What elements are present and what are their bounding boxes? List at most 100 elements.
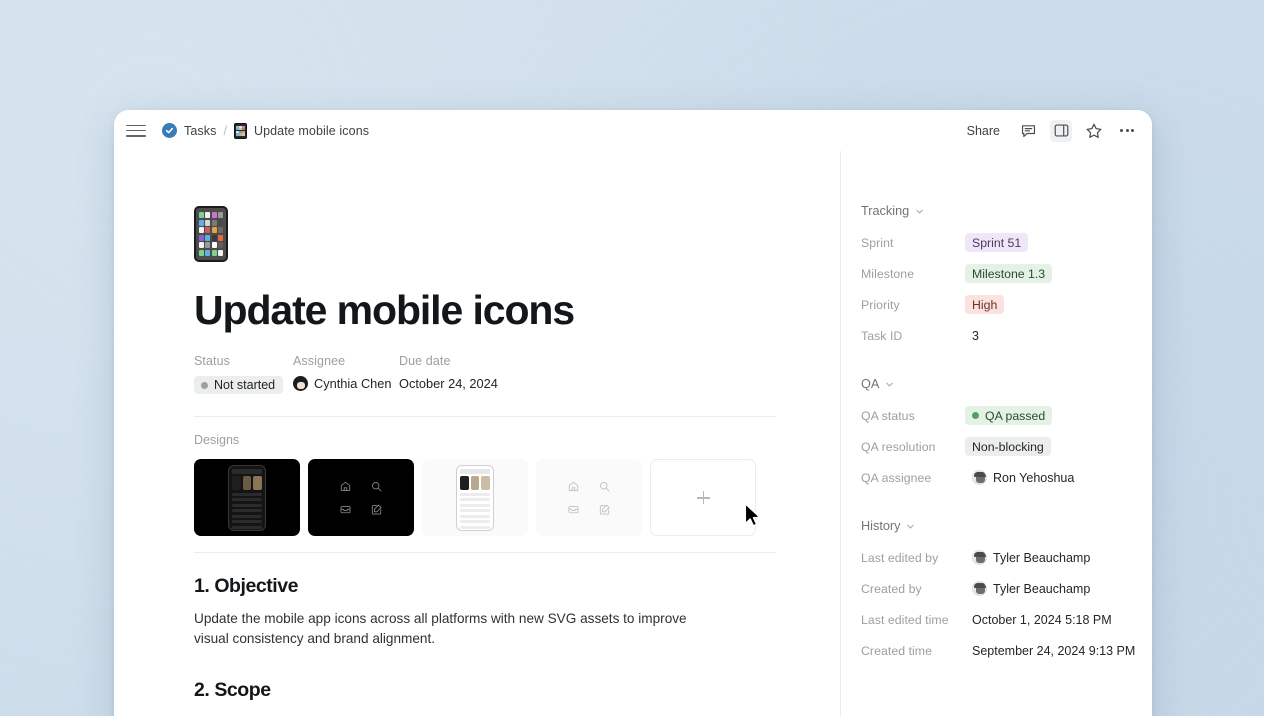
more-options-icon[interactable]: [1116, 120, 1138, 142]
property-value-task-id[interactable]: 3: [965, 329, 979, 343]
avatar: [293, 376, 308, 392]
property-key-qa-assignee: QA assignee: [861, 470, 932, 485]
property-label-status: Status: [194, 354, 231, 369]
breadcrumb-item-current[interactable]: Update mobile icons: [233, 122, 370, 139]
property-key-last-edited-by: Last edited by: [861, 550, 939, 565]
sprint-badge: Sprint 51: [965, 233, 1029, 252]
document-area: Update mobile icons Status Not started A…: [114, 151, 840, 716]
status-dot: [201, 381, 208, 389]
property-value-created-time: September 24, 2024 9:13 PM: [972, 643, 1136, 658]
chevron-down-icon: [916, 209, 923, 213]
property-row-qa-assignee: QA assignee Ron Yehoshua: [861, 466, 1152, 489]
qa-status-badge: QA passed: [965, 406, 1053, 425]
home-icon: [568, 481, 579, 491]
mail-icon: [340, 505, 351, 513]
designs-label: Designs: [194, 433, 240, 448]
avatar: [972, 470, 987, 485]
star-icon[interactable]: [1083, 120, 1105, 142]
property-status: Status Not started: [194, 354, 293, 395]
property-value-qa-assignee[interactable]: Ron Yehoshua: [965, 470, 1074, 485]
last-edited-by-name: Tyler Beauchamp: [993, 550, 1091, 565]
property-key-milestone: Milestone: [861, 266, 915, 281]
property-label-due-date: Due date: [399, 354, 451, 369]
status-text: Not started: [214, 378, 276, 393]
designs-gallery: [194, 459, 776, 537]
property-value-qa-resolution[interactable]: Non-blocking: [965, 437, 1051, 456]
property-value-status[interactable]: Not started: [194, 376, 293, 395]
qa-status-dot: [972, 412, 979, 419]
design-thumbnail-light-app-screen[interactable]: [422, 459, 528, 537]
avatar: [972, 550, 987, 565]
property-value-due-date[interactable]: October 24, 2024: [399, 376, 498, 391]
property-value-assignee[interactable]: Cynthia Chen: [293, 376, 399, 392]
design-thumbnail-light-icon-set[interactable]: [536, 459, 642, 537]
panel-section-header-qa[interactable]: QA: [861, 377, 1152, 391]
task-check-circle-icon: [162, 123, 177, 138]
property-value-sprint[interactable]: Sprint 51: [965, 233, 1029, 252]
hamburger-icon[interactable]: [126, 123, 146, 139]
property-assignee: Assignee Cynthia Chen: [293, 354, 399, 394]
property-row-last-edited-by: Last edited by Tyler Beauchamp: [861, 546, 1152, 569]
breadcrumb-item-tasks[interactable]: Tasks: [162, 123, 216, 138]
breadcrumb: Tasks / Update mobile icons: [162, 122, 370, 139]
property-row-sprint: Sprint Sprint 51: [861, 231, 1152, 254]
qa-status-text: QA passed: [985, 408, 1046, 423]
property-key-created-time: Created time: [861, 643, 932, 658]
design-thumbnail-dark-icon-set[interactable]: [308, 459, 414, 537]
property-key-created-by: Created by: [861, 581, 922, 596]
designs-section: Designs: [194, 417, 776, 537]
home-icon: [340, 481, 351, 491]
property-key-qa-status: QA status: [861, 408, 915, 423]
toolbar-actions: Share: [961, 119, 1138, 142]
property-row-milestone: Milestone Milestone 1.3: [861, 262, 1152, 285]
breadcrumb-label-tasks: Tasks: [184, 123, 217, 138]
property-value-milestone[interactable]: Milestone 1.3: [965, 264, 1053, 283]
panel-section-header-tracking[interactable]: Tracking: [861, 204, 1152, 218]
comment-icon[interactable]: [1017, 120, 1039, 142]
app-window: Tasks / Update mobile icons Share Update…: [114, 110, 1152, 716]
page-title[interactable]: Update mobile icons: [194, 288, 776, 333]
panel-section-title-history: History: [861, 519, 901, 533]
search-icon: [372, 482, 382, 492]
panel-section-header-history[interactable]: History: [861, 519, 1152, 533]
property-value-created-by: Tyler Beauchamp: [965, 581, 1090, 596]
avatar: [972, 581, 987, 596]
search-icon: [600, 482, 610, 492]
chevron-down-icon: [886, 382, 894, 386]
section-heading-objective[interactable]: 1. Objective: [194, 575, 776, 598]
milestone-badge: Milestone 1.3: [965, 264, 1053, 283]
property-due-date: Due date October 24, 2024: [399, 354, 498, 394]
breadcrumb-label-current: Update mobile icons: [253, 123, 370, 138]
property-key-sprint: Sprint: [861, 235, 894, 250]
side-panel-icon[interactable]: [1050, 119, 1072, 142]
section-body-objective[interactable]: Update the mobile app icons across all p…: [194, 609, 714, 649]
add-design-button[interactable]: [650, 459, 756, 537]
mobile-phone-icon: [233, 122, 247, 139]
panel-section-title-qa: QA: [861, 377, 880, 391]
property-key-priority: Priority: [861, 297, 900, 312]
page-properties: Status Not started Assignee Cynthia Chen…: [194, 354, 776, 395]
property-value-priority[interactable]: High: [965, 295, 1005, 314]
top-toolbar: Tasks / Update mobile icons Share: [114, 110, 1152, 151]
design-thumbnail-dark-app-screen[interactable]: [194, 459, 300, 537]
property-value-last-edited-time: October 1, 2024 5:18 PM: [972, 612, 1112, 627]
qa-assignee-name: Ron Yehoshua: [993, 470, 1075, 485]
qa-resolution-badge: Non-blocking: [965, 437, 1051, 456]
breadcrumb-separator: /: [223, 123, 227, 138]
property-row-qa-resolution: QA resolution Non-blocking: [861, 435, 1152, 458]
property-row-task-id: Task ID 3: [861, 324, 1152, 347]
property-value-qa-status[interactable]: QA passed: [965, 406, 1053, 425]
section-heading-scope[interactable]: 2. Scope: [194, 679, 776, 702]
share-button[interactable]: Share: [961, 121, 1006, 141]
property-row-priority: Priority High: [861, 293, 1152, 316]
property-key-qa-resolution: QA resolution: [861, 439, 936, 454]
property-row-created-by: Created by Tyler Beauchamp: [861, 577, 1152, 600]
property-key-task-id: Task ID: [861, 328, 903, 343]
property-row-created-time: Created time September 24, 2024 9:13 PM: [861, 639, 1152, 662]
properties-panel: Tracking Sprint Sprint 51 Milestone Mile…: [840, 151, 1152, 716]
window-body: Update mobile icons Status Not started A…: [114, 151, 1152, 716]
property-row-last-edited-time: Last edited time October 1, 2024 5:18 PM: [861, 608, 1152, 631]
page-icon-mobile-phone[interactable]: [194, 206, 228, 262]
property-label-assignee: Assignee: [293, 354, 346, 369]
document-sections: 1. Objective Update the mobile app icons…: [194, 553, 776, 702]
